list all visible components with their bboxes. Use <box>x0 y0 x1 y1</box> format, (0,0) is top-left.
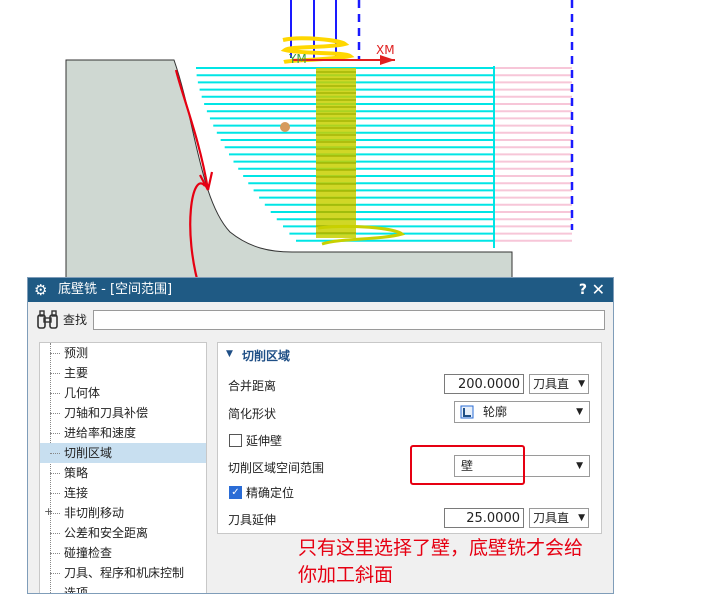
dialog-title: 底壁铣 - [空间范围] <box>58 282 173 297</box>
nav-item-label: 策略 <box>64 466 89 480</box>
help-button[interactable]: ? <box>579 278 587 302</box>
tree-connector <box>50 393 60 394</box>
nav-item[interactable]: 切削区域 <box>40 443 206 463</box>
nav-item-label: 刀具、程序和机床控制 <box>64 566 185 580</box>
merge-distance-input[interactable]: 200.0000 <box>444 374 524 394</box>
nav-item-label: 刀轴和刀具补偿 <box>64 406 149 420</box>
simplify-shape-select[interactable]: 轮廓 ▼ <box>454 401 590 423</box>
gear-icon: ⚙ <box>34 281 48 299</box>
nav-item-label: 进给率和速度 <box>64 426 137 440</box>
close-button[interactable]: ✕ <box>592 278 605 302</box>
annotation-line: 你加工斜面 <box>298 564 394 586</box>
collapse-triangle-icon: ▼ <box>226 349 233 359</box>
binoculars-icon <box>37 310 58 329</box>
nav-item[interactable]: 公差和安全距离 <box>40 523 206 543</box>
contour-icon <box>460 405 474 419</box>
nav-item[interactable]: 碰撞检查 <box>40 543 206 563</box>
annotation-highlight-box <box>410 445 525 485</box>
nav-item-label: 主要 <box>64 366 89 380</box>
search-label: 查找 <box>63 313 88 327</box>
point-marker <box>280 122 290 132</box>
expand-plus-icon[interactable]: + <box>44 502 53 522</box>
nav-item[interactable]: 连接 <box>40 483 206 503</box>
chevron-down-icon: ▼ <box>578 379 585 389</box>
tree-connector <box>50 573 60 574</box>
nav-item[interactable]: 预测 <box>40 343 206 363</box>
nav-item-label: 公差和安全距离 <box>64 526 149 540</box>
tool-extend-label: 刀具延伸 <box>228 513 277 527</box>
nav-item[interactable]: 几何体 <box>40 383 206 403</box>
tool-extend-unit-select[interactable]: 刀具直 ▼ <box>529 508 589 528</box>
tree-connector <box>50 553 60 554</box>
annotation-line: 只有这里选择了壁，底壁铣才会给 <box>298 537 584 559</box>
unit-value: 刀具直 <box>533 511 570 525</box>
nav-item[interactable]: 刀具、程序和机床控制 <box>40 563 206 583</box>
tree-connector <box>50 493 60 494</box>
annotation-text: 只有这里选择了壁，底壁铣才会给 你加工斜面 <box>298 535 583 589</box>
nav-item[interactable]: 策略 <box>40 463 206 483</box>
tree-connector <box>50 453 60 454</box>
settings-nav-tree: 预测主要几何体刀轴和刀具补偿 进给率和速度 切削区域策略连接 + 非切削移动公差和安全距… <box>39 342 207 594</box>
chevron-down-icon: ▼ <box>578 513 585 523</box>
cut-area-panel: ▼ 切削区域 合并距离 200.0000 刀具直 ▼ 简化形状 轮廓 ▼ 延伸壁… <box>217 342 602 534</box>
nav-item-label: 几何体 <box>64 386 101 400</box>
tree-connector <box>50 373 60 374</box>
nav-item-label: 连接 <box>64 486 89 500</box>
nav-item[interactable]: + 非切削移动 <box>40 503 206 523</box>
precise-locate-checkbox[interactable]: ✓ <box>229 486 242 499</box>
nav-item-label: 预测 <box>64 346 89 360</box>
nav-item[interactable]: 选项 <box>40 583 206 594</box>
section-title: 切削区域 <box>242 349 291 363</box>
nav-item[interactable]: 刀轴和刀具补偿 <box>40 403 206 423</box>
extend-wall-checkbox[interactable] <box>229 434 242 447</box>
nav-item-label: 碰撞检查 <box>64 546 113 560</box>
dialog-titlebar: ⚙ 底壁铣 - [空间范围] ? ✕ <box>28 278 613 302</box>
tree-connector <box>50 433 60 434</box>
tree-connector <box>50 353 60 354</box>
tool-extend-input[interactable]: 25.0000 <box>444 508 524 528</box>
unit-value: 刀具直 <box>533 377 570 391</box>
tree-connector <box>50 413 60 414</box>
nav-item-label: 选项 <box>64 586 89 594</box>
nav-item[interactable]: 进给率和速度 <box>40 423 206 443</box>
x-axis-label: XM <box>376 43 395 57</box>
precise-locate-label: 精确定位 <box>246 486 295 500</box>
tree-connector <box>50 533 60 534</box>
merge-distance-label: 合并距离 <box>228 379 277 393</box>
toolpath-ghost <box>494 67 572 242</box>
simplify-shape-label: 简化形状 <box>228 407 277 421</box>
nav-item[interactable]: 主要 <box>40 363 206 383</box>
chevron-down-icon: ▼ <box>576 407 583 417</box>
simplify-shape-value: 轮廓 <box>483 405 508 419</box>
y-axis-label: YM <box>288 52 307 66</box>
space-range-label: 切削区域空间范围 <box>228 461 325 475</box>
search-input[interactable] <box>93 310 605 330</box>
search-bar: 查找 <box>28 307 613 333</box>
merge-distance-unit-select[interactable]: 刀具直 ▼ <box>529 374 589 394</box>
nav-item-label: 非切削移动 <box>64 506 125 520</box>
extend-wall-label: 延伸壁 <box>246 434 283 448</box>
nav-item-label: 切削区域 <box>64 446 113 460</box>
tree-connector <box>50 473 60 474</box>
chevron-down-icon: ▼ <box>576 461 583 471</box>
